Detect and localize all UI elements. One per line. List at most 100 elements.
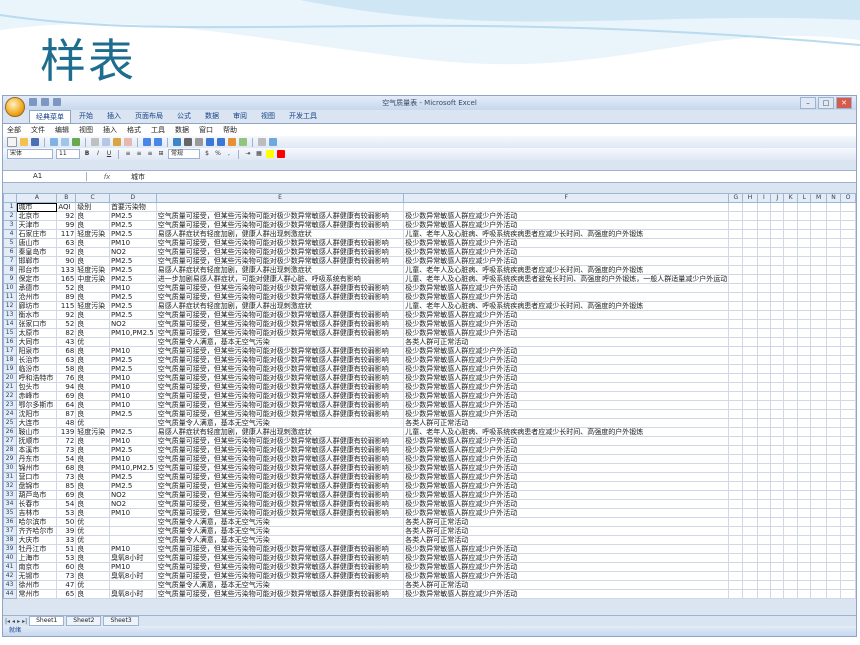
cell[interactable] <box>742 517 758 527</box>
cell[interactable]: 轻度污染 <box>75 229 110 239</box>
cell[interactable]: 良 <box>75 562 110 572</box>
cell[interactable] <box>810 238 827 248</box>
new-file-icon[interactable] <box>7 137 17 147</box>
cell[interactable] <box>810 481 827 491</box>
cell[interactable]: 76 <box>56 373 77 383</box>
cell[interactable] <box>797 238 812 248</box>
cell[interactable] <box>810 283 827 293</box>
cell[interactable]: 92 <box>56 247 77 257</box>
prev-sheet-icon[interactable]: ◂ <box>12 618 15 625</box>
column-header[interactable]: O <box>840 193 856 203</box>
number-format-select[interactable]: 常规 <box>168 149 200 159</box>
cell[interactable] <box>797 553 812 563</box>
cell[interactable] <box>840 562 856 572</box>
cell[interactable]: NO2 <box>108 499 157 509</box>
cell[interactable]: 空气质量可接受，但某些污染物可能对极少数异常敏感人群健康有较弱影响 <box>155 472 405 482</box>
cell[interactable] <box>728 580 744 590</box>
cell[interactable] <box>728 445 744 455</box>
cell[interactable] <box>742 436 758 446</box>
cell[interactable] <box>840 454 856 464</box>
cell[interactable] <box>728 229 744 239</box>
cell[interactable] <box>756 463 772 473</box>
cell[interactable]: 87 <box>56 409 77 419</box>
cell[interactable]: 各类人群可正常活动 <box>403 535 730 545</box>
cell[interactable] <box>797 391 812 401</box>
cell[interactable]: 良 <box>75 409 110 419</box>
cell[interactable]: 良 <box>75 391 110 401</box>
row-header[interactable]: 28 <box>3 445 18 455</box>
ribbon-tab[interactable]: 数据 <box>199 110 225 123</box>
cell[interactable]: 良 <box>75 463 110 473</box>
cell[interactable]: 极少数异常敏感人群应减少户外活动 <box>403 481 730 491</box>
cell[interactable] <box>756 265 772 275</box>
cell[interactable]: PM10 <box>108 373 157 383</box>
cell[interactable] <box>840 400 856 410</box>
cell[interactable] <box>825 337 842 347</box>
cell[interactable] <box>756 535 772 545</box>
cell[interactable]: 太原市 <box>16 328 58 338</box>
cell[interactable] <box>783 337 799 347</box>
cell[interactable]: 吉林市 <box>16 508 58 518</box>
cell[interactable] <box>797 400 812 410</box>
cell[interactable]: 唐山市 <box>16 238 58 248</box>
cell[interactable] <box>770 337 785 347</box>
cell[interactable] <box>783 346 799 356</box>
cell[interactable] <box>797 211 812 221</box>
cell[interactable] <box>840 283 856 293</box>
cell[interactable]: 85 <box>56 481 77 491</box>
cell[interactable]: 无锡市 <box>16 571 58 581</box>
cell[interactable] <box>840 517 856 527</box>
cell[interactable]: 优 <box>75 535 110 545</box>
cell[interactable] <box>728 301 744 311</box>
cell[interactable]: PM2.5 <box>108 301 157 311</box>
cell[interactable]: 张家口市 <box>16 319 58 329</box>
cell[interactable] <box>840 274 856 284</box>
row-header[interactable]: 23 <box>3 400 18 410</box>
first-sheet-icon[interactable]: |◂ <box>5 618 10 625</box>
cell[interactable]: 良 <box>75 436 110 446</box>
cell[interactable]: 赤峰市 <box>16 391 58 401</box>
cell[interactable] <box>770 445 785 455</box>
cell[interactable]: 易感人群症状有轻度加剧，健康人群出现刺激症状 <box>155 265 405 275</box>
cell[interactable] <box>825 526 842 536</box>
cell[interactable]: 69 <box>56 391 77 401</box>
align-left-icon[interactable]: ≡ <box>124 150 132 158</box>
cell[interactable]: 良 <box>75 292 110 302</box>
cell[interactable]: PM10 <box>108 400 157 410</box>
cut-icon[interactable] <box>91 138 99 146</box>
row-header[interactable]: 18 <box>3 355 18 365</box>
cell[interactable] <box>742 301 758 311</box>
cell[interactable]: 良 <box>75 256 110 266</box>
cell[interactable] <box>756 202 772 212</box>
cell[interactable] <box>797 373 812 383</box>
cell[interactable] <box>728 400 744 410</box>
cell[interactable]: 极少数异常敏感人群应减少户外活动 <box>403 400 730 410</box>
cell[interactable] <box>728 211 744 221</box>
cell[interactable] <box>825 580 842 590</box>
hyperlink-icon[interactable] <box>173 138 181 146</box>
cell[interactable] <box>825 517 842 527</box>
cell[interactable]: 轻度污染 <box>75 301 110 311</box>
cell[interactable] <box>783 301 799 311</box>
cell[interactable] <box>797 463 812 473</box>
cell[interactable]: 中度污染 <box>75 274 110 284</box>
cell[interactable] <box>825 211 842 221</box>
cell[interactable]: 极少数异常敏感人群应减少户外活动 <box>403 220 730 230</box>
cell[interactable] <box>770 256 785 266</box>
cell[interactable] <box>840 202 856 212</box>
cell[interactable] <box>825 247 842 257</box>
cell[interactable] <box>770 220 785 230</box>
cell[interactable] <box>825 319 842 329</box>
cell[interactable] <box>728 526 744 536</box>
cell[interactable] <box>797 481 812 491</box>
cell[interactable] <box>770 373 785 383</box>
cell[interactable]: 68 <box>56 463 77 473</box>
row-header[interactable]: 10 <box>3 283 18 293</box>
cell[interactable] <box>742 238 758 248</box>
cell[interactable] <box>783 400 799 410</box>
cell[interactable]: 73 <box>56 571 77 581</box>
row-header[interactable]: 13 <box>3 310 18 320</box>
cell[interactable]: 空气质量可接受，但某些污染物可能对极少数异常敏感人群健康有较弱影响 <box>155 499 405 509</box>
cell[interactable]: 临汾市 <box>16 364 58 374</box>
cell[interactable] <box>810 229 827 239</box>
